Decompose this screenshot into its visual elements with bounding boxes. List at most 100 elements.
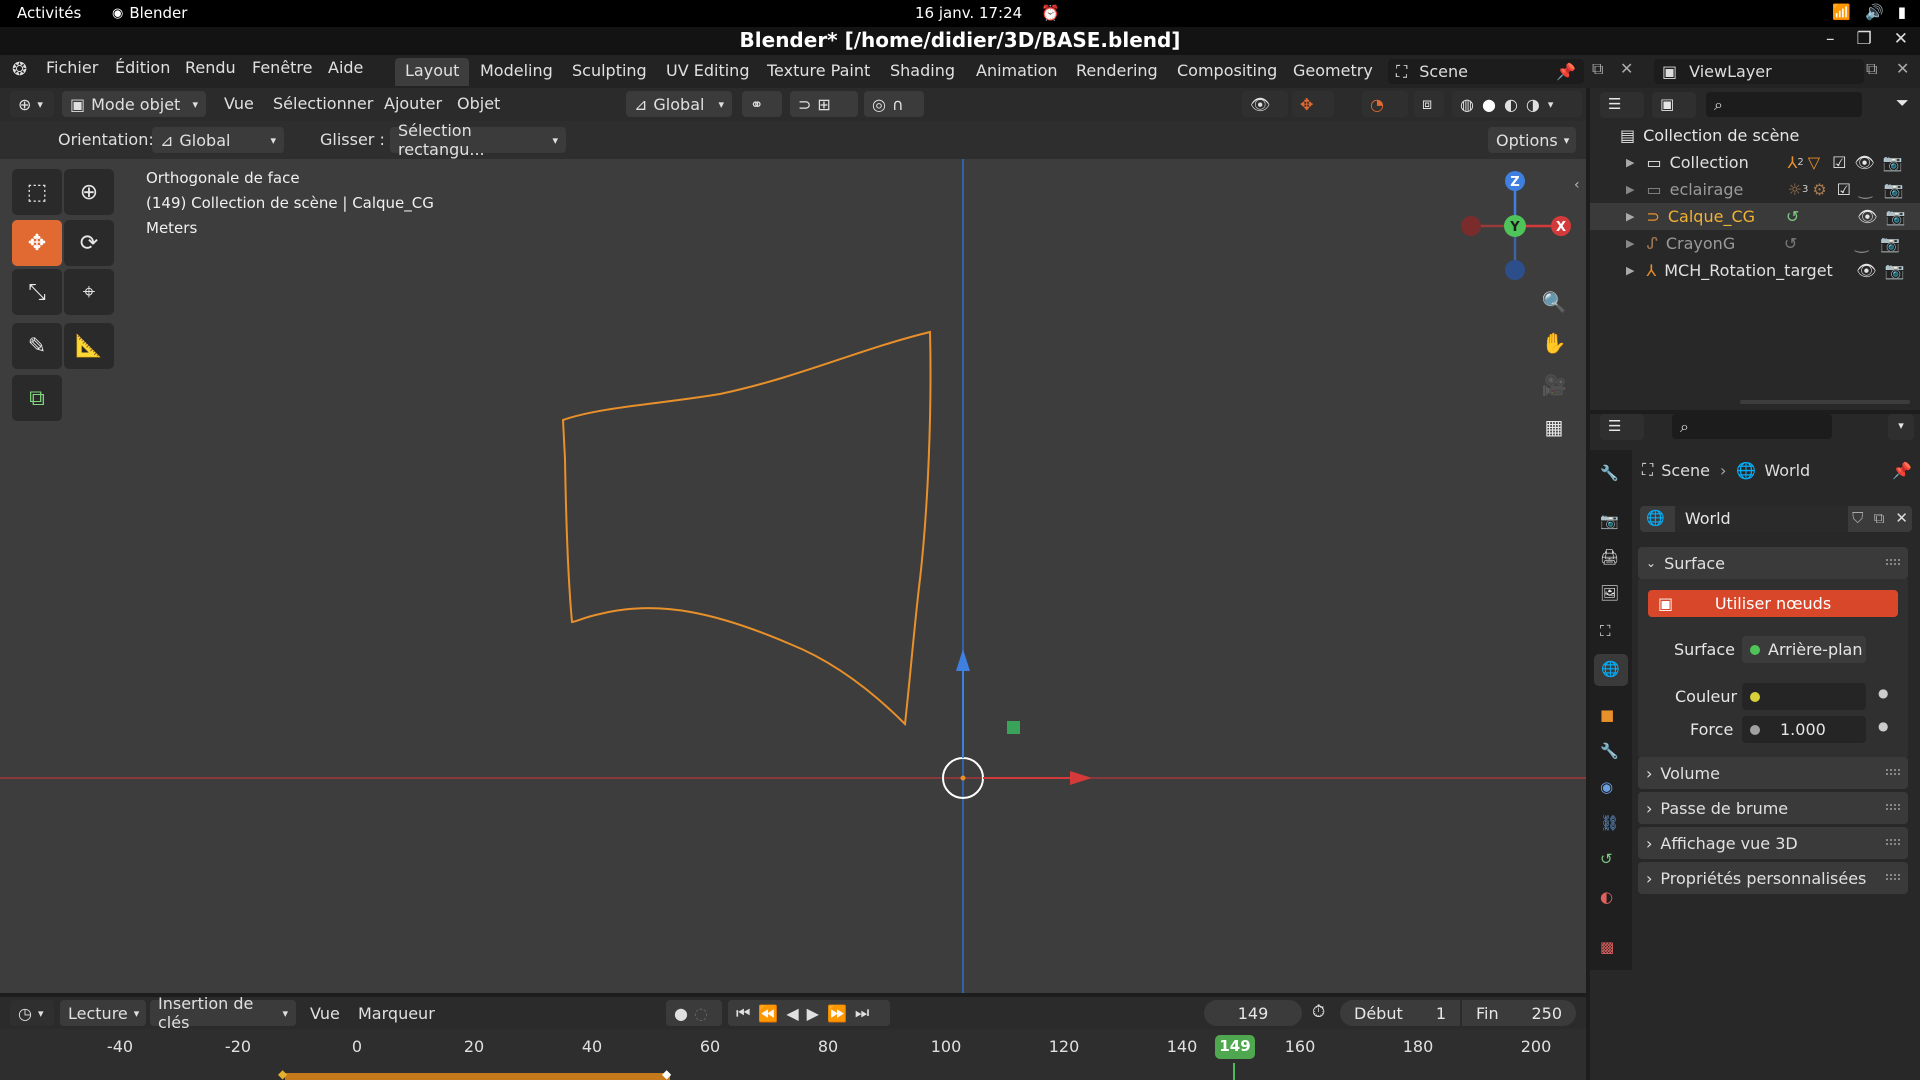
playback-menu[interactable]: Lecture ▾ — [60, 1000, 146, 1026]
data-tab-icon[interactable]: ↺ — [1600, 850, 1613, 868]
render-tab-icon[interactable]: 📷 — [1600, 512, 1619, 530]
close-icon[interactable]: ✕ — [1894, 29, 1908, 49]
new-world-icon[interactable]: ⧉ — [1868, 506, 1892, 532]
outliner-item-mch-rotation-target[interactable]: ▶ ⅄ MCH_Rotation_target 👁 📷 — [1590, 257, 1920, 284]
visibility-selector[interactable]: 👁 — [1242, 91, 1288, 117]
xray-toggle[interactable]: ⧈ — [1414, 91, 1444, 117]
properties-editor-type[interactable]: ☰ — [1600, 414, 1644, 440]
prev-keyframe-icon[interactable]: ⏪ — [758, 1004, 778, 1023]
pin-icon[interactable]: 📌 — [1892, 461, 1912, 480]
drag-dropdown[interactable]: Sélection rectangu... ▾ — [390, 121, 566, 159]
tab-texture-paint[interactable]: Texture Paint — [757, 58, 880, 86]
chevron-down-icon[interactable]: ▾ — [1548, 98, 1554, 111]
eye-icon[interactable]: 👁 — [1856, 261, 1876, 280]
app-menu[interactable]: ◉ Blender — [112, 4, 187, 22]
checkbox-icon[interactable]: ☑ — [1832, 153, 1846, 172]
next-keyframe-icon[interactable]: ⏩ — [827, 1004, 847, 1023]
outliner-item-collection[interactable]: ▶ ▭ Collection ⅄ 2 ▽ ☑ 👁 📷 — [1590, 149, 1920, 176]
keyframe-diamond-icon[interactable]: ◆ — [662, 1067, 671, 1080]
pin-icon[interactable]: 📌 — [1556, 62, 1576, 81]
menu-help[interactable]: Aide — [328, 58, 363, 77]
menu-view[interactable]: Vue — [224, 94, 254, 113]
unlink-world-icon[interactable]: ✕ — [1891, 506, 1913, 532]
outliner-item-eclairage[interactable]: ▶ ▭ eclairage ☼ 3 ⚙ ☑ ‿ 📷 — [1590, 176, 1920, 203]
surface-panel-header[interactable]: ⌄ Surface — [1638, 547, 1908, 579]
material-tab-icon[interactable]: ◐ — [1600, 888, 1613, 906]
mist-pass-panel-header[interactable]: › Passe de brume — [1638, 792, 1908, 824]
wireframe-shading-icon[interactable]: ◍ — [1460, 95, 1474, 114]
play-reverse-icon[interactable]: ◀ — [786, 1004, 798, 1023]
eye-closed-icon[interactable]: ‿ — [1855, 234, 1868, 253]
transform-tool[interactable]: ⌖ — [64, 269, 114, 315]
menu-marker[interactable]: Marqueur — [358, 1004, 435, 1023]
tab-shading[interactable]: Shading — [880, 58, 965, 86]
shading-modes[interactable]: ◍ ● ◐ ◑ ▾ — [1452, 91, 1582, 117]
expand-arrow-icon[interactable]: ▶ — [1626, 264, 1634, 277]
move-z-arrow[interactable] — [956, 649, 970, 671]
view-layer-tab-icon[interactable]: 🖼 — [1600, 584, 1619, 602]
start-frame-field[interactable]: Début 1 — [1340, 1000, 1460, 1026]
ortho-toggle-button[interactable]: ▦ — [1536, 409, 1572, 445]
delete-scene-icon[interactable]: ✕ — [1620, 59, 1633, 78]
object-tab-icon[interactable]: ■ — [1600, 706, 1614, 724]
tab-geometry-nodes[interactable]: Geometry N — [1283, 58, 1375, 86]
drag-grip-icon[interactable] — [1886, 559, 1900, 565]
tab-animation[interactable]: Animation — [966, 58, 1068, 86]
measure-tool[interactable]: 📐 — [64, 323, 114, 369]
scene-tab-icon[interactable]: ⛶ — [1600, 622, 1611, 640]
mode-selector[interactable]: ▣ Mode objet ▾ — [62, 91, 206, 117]
move-xz-plane-handle[interactable] — [1007, 721, 1020, 734]
keyframe-dot-icon[interactable]: ● — [1878, 686, 1888, 700]
cursor-tool[interactable]: ⊕ — [64, 169, 114, 215]
playhead[interactable]: 149 — [1215, 1035, 1255, 1059]
editor-type-button[interactable]: ⊕ ▾ — [10, 91, 54, 117]
eye-closed-icon[interactable]: ‿ — [1859, 180, 1872, 199]
gizmo-neg-x-ball[interactable] — [1461, 216, 1481, 236]
strength-field[interactable]: 1.000 — [1742, 716, 1866, 743]
stopwatch-icon[interactable]: ⏱ — [1312, 1002, 1325, 1022]
surface-shader-selector[interactable]: Arrière-plan — [1742, 636, 1866, 663]
menu-object[interactable]: Objet — [457, 94, 500, 113]
transform-orientation-selector[interactable]: ⊿ Global ▾ — [626, 91, 732, 117]
new-viewlayer-icon[interactable]: ⧉ — [1866, 59, 1877, 79]
texture-tab-icon[interactable]: ▩ — [1600, 938, 1614, 956]
tool-tab-icon[interactable]: 🔧 — [1600, 464, 1619, 482]
play-icon[interactable]: ▶ — [807, 1004, 819, 1023]
tab-modeling[interactable]: Modeling — [470, 58, 563, 86]
auto-keying-toggle[interactable]: ● ◌ — [666, 1000, 722, 1026]
modifier-tab-icon[interactable]: 🔧 — [1600, 742, 1619, 760]
menu-file[interactable]: Fichier — [46, 58, 98, 77]
camera-icon[interactable]: 📷 — [1885, 261, 1905, 280]
menu-render[interactable]: Rendu — [185, 58, 236, 77]
move-tool[interactable]: ✥ — [12, 220, 62, 266]
use-nodes-button[interactable]: ▣ Utiliser nœuds — [1648, 590, 1898, 617]
scene-selector[interactable]: ⛶ Scene 📌 — [1388, 59, 1584, 84]
menu-view[interactable]: Vue — [310, 1004, 340, 1023]
camera-icon[interactable]: 📷 — [1884, 180, 1904, 199]
checkbox-icon[interactable]: ☑ — [1837, 180, 1851, 199]
eye-icon[interactable]: 👁 — [1854, 153, 1874, 172]
drag-grip-icon[interactable] — [1886, 874, 1900, 880]
pivot-point-button[interactable]: ⚭ — [742, 91, 782, 117]
outliner-item-crayong[interactable]: ▶ ᔑ CrayonG ↺ ‿ 📷 — [1590, 230, 1920, 257]
overlay-toggle[interactable]: ◔ — [1362, 91, 1408, 117]
fake-user-icon[interactable]: ⛉ — [1848, 506, 1869, 532]
timeline-editor-type[interactable]: ◷ ▾ — [10, 1000, 54, 1026]
annotate-tool[interactable]: ✎ — [12, 323, 62, 369]
zoom-button[interactable]: 🔍 — [1536, 284, 1572, 320]
properties-options[interactable]: ▾ — [1888, 414, 1914, 440]
add-cube-tool[interactable]: ⧉ — [12, 375, 62, 421]
drag-grip-icon[interactable] — [1886, 769, 1900, 775]
expand-arrow-icon[interactable]: ▶ — [1626, 156, 1634, 169]
viewport-display-panel-header[interactable]: › Affichage vue 3D — [1638, 827, 1908, 859]
options-dropdown[interactable]: Options ▾ — [1488, 127, 1576, 153]
menu-edit[interactable]: Édition — [115, 58, 170, 77]
scale-tool[interactable]: ⤡ — [12, 269, 62, 315]
activities-button[interactable]: Activités — [17, 4, 81, 22]
expand-arrow-icon[interactable]: ▶ — [1626, 210, 1634, 223]
outliner-editor-type[interactable]: ☰ — [1600, 92, 1644, 118]
orientation-dropdown[interactable]: ⊿ Global ▾ — [152, 127, 284, 153]
color-field[interactable] — [1742, 683, 1866, 710]
custom-properties-panel-header[interactable]: › Propriétés personnalisées — [1638, 862, 1908, 894]
camera-icon[interactable]: 📷 — [1883, 153, 1903, 172]
